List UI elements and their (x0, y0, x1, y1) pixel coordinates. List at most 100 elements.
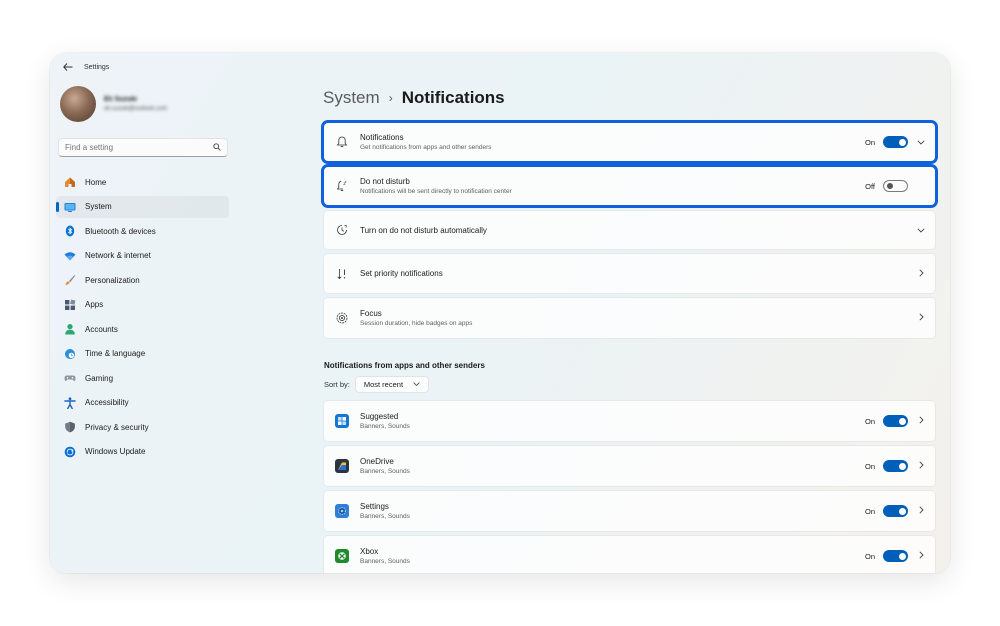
app-subtitle: Banners, Sounds (360, 468, 410, 475)
auto-dnd-card[interactable]: Turn on do not disturb automatically (324, 211, 935, 249)
card-title: Turn on do not disturb automatically (360, 225, 487, 235)
page-title: Notifications (401, 88, 505, 107)
app-name: OneDrive (360, 457, 394, 466)
app-row-settings[interactable]: Settings Banners, Sounds On (324, 491, 935, 531)
sidebar-item-label: Accounts (85, 324, 118, 334)
onedrive-icon (335, 459, 349, 473)
app-subtitle: Banners, Sounds (360, 513, 410, 520)
sidebar-item-privacy-security[interactable]: Privacy & security (56, 416, 229, 438)
sidebar-item-time-language[interactable]: Time & language (56, 343, 229, 365)
sidebar-item-label: Time & language (85, 349, 146, 358)
chevron-down-icon (413, 381, 420, 388)
xbox-toggle[interactable] (883, 550, 908, 562)
sidebar-item-windows-update[interactable]: Windows Update (56, 441, 229, 463)
app-row-xbox[interactable]: Xbox Banners, Sounds On (324, 536, 935, 573)
xbox-icon (335, 549, 349, 563)
toggle-state-label: On (864, 416, 875, 426)
app-row-onedrive[interactable]: OneDrive Banners, Sounds On (324, 446, 935, 486)
suggested-icon (335, 414, 349, 428)
sidebar-item-system[interactable]: System (56, 195, 229, 218)
do-not-disturb-card[interactable]: zz Do not disturb Notifications will be … (321, 164, 938, 208)
sidebar-nav: Home System Bluetooth & devices Network … (56, 171, 229, 465)
onedrive-toggle[interactable] (883, 460, 908, 472)
sidebar-item-home[interactable]: Home (56, 171, 229, 193)
chevron-right-icon[interactable] (917, 551, 925, 561)
chevron-right-icon[interactable] (917, 313, 925, 323)
breadcrumb-parent[interactable]: System (323, 88, 380, 108)
priority-icon (335, 267, 349, 281)
accessibility-icon (64, 396, 76, 409)
app-name: Settings (360, 502, 389, 511)
brush-icon (64, 274, 76, 286)
update-icon (64, 446, 76, 458)
sort-by-label: Sort by: (324, 380, 350, 389)
search-input[interactable] (65, 143, 213, 152)
card-subtitle: Get notifications from apps and other se… (360, 144, 492, 151)
card-title: Focus (360, 309, 382, 318)
focus-icon (335, 311, 349, 325)
priority-notifications-card[interactable]: Set priority notifications (324, 254, 935, 293)
chevron-down-icon[interactable] (917, 225, 925, 235)
settings-icon (335, 504, 349, 518)
sidebar-item-label: Gaming (85, 373, 114, 383)
sidebar-item-accounts[interactable]: Accounts (56, 318, 229, 340)
shield-icon (64, 421, 76, 433)
notifications-toggle[interactable] (883, 136, 908, 148)
sidebar-item-accessibility[interactable]: Accessibility (56, 392, 229, 414)
toggle-state-label: On (864, 506, 875, 516)
sort-dropdown-value: Most recent (363, 380, 404, 389)
app-name: Xbox (360, 547, 379, 556)
sidebar-item-apps[interactable]: Apps (56, 294, 229, 316)
profile-name: Eli Suzuki (104, 96, 138, 103)
app-subtitle: Banners, Sounds (360, 558, 410, 565)
card-subtitle: Notifications will be sent directly to n… (360, 188, 512, 195)
suggested-toggle[interactable] (883, 415, 908, 427)
chevron-down-icon[interactable] (917, 137, 925, 147)
sidebar-item-label: Network & internet (85, 251, 151, 260)
apps-icon (64, 299, 76, 311)
breadcrumb-separator: › (388, 91, 393, 105)
chevron-right-icon[interactable] (917, 268, 925, 279)
sidebar-item-network[interactable]: Network & internet (56, 245, 229, 267)
toggle-state-label: On (864, 551, 875, 561)
sidebar-item-label: Accessibility (85, 398, 129, 407)
user-profile[interactable]: Eli Suzuki eli.suzuki@outlook.com (60, 86, 167, 122)
sidebar-item-label: Privacy & security (85, 422, 149, 432)
chevron-right-icon[interactable] (917, 416, 925, 426)
search-icon[interactable] (213, 142, 221, 153)
card-title: Do not disturb (360, 177, 410, 186)
system-icon (64, 201, 76, 213)
bell-icon (335, 135, 349, 149)
sidebar-item-bluetooth[interactable]: Bluetooth & devices (56, 220, 229, 242)
chevron-right-icon[interactable] (917, 506, 925, 516)
accounts-icon (64, 323, 76, 335)
notifications-card[interactable]: Notifications Get notifications from app… (321, 120, 938, 164)
focus-card[interactable]: Focus Session duration, hide badges on a… (324, 298, 935, 338)
clock-icon (335, 223, 349, 237)
search-box[interactable] (58, 138, 228, 157)
settings-toggle[interactable] (883, 505, 908, 517)
sort-dropdown[interactable]: Most recent (354, 376, 430, 393)
sidebar-item-label: System (85, 202, 112, 211)
sidebar-item-label: Windows Update (85, 447, 146, 456)
app-subtitle: Banners, Sounds (360, 423, 410, 430)
app-row-suggested[interactable]: Suggested Banners, Sounds On (324, 401, 935, 441)
globe-icon (64, 348, 76, 360)
network-icon (64, 250, 76, 262)
settings-window: Settings Eli Suzuki eli.suzuki@outlook.c… (50, 53, 950, 573)
sidebar-item-personalization[interactable]: Personalization (56, 269, 229, 291)
sidebar-item-gaming[interactable]: Gaming (56, 367, 229, 389)
back-arrow-icon[interactable] (58, 57, 78, 77)
card-subtitle: Session duration, hide badges on apps (360, 320, 473, 327)
toggle-state-label: On (864, 461, 875, 471)
chevron-right-icon[interactable] (917, 461, 925, 471)
sidebar-item-label: Personalization (85, 275, 140, 285)
gaming-icon (64, 372, 76, 384)
toggle-state-label: Off (865, 181, 875, 191)
svg-text:z: z (345, 180, 347, 184)
window-title: Settings (84, 63, 110, 71)
bluetooth-icon (64, 225, 76, 237)
title-bar: Settings (50, 53, 950, 81)
do-not-disturb-toggle[interactable] (883, 180, 908, 192)
app-name: Suggested (360, 412, 399, 421)
